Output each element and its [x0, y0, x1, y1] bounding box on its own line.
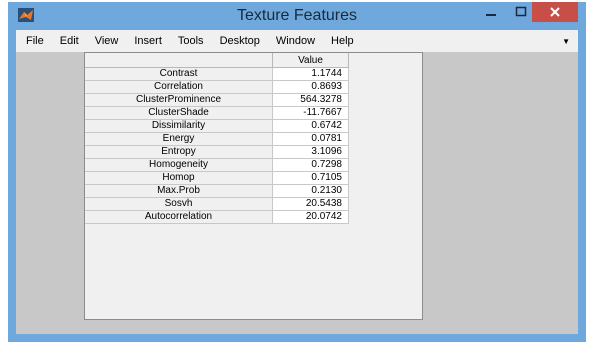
menu-bar: File Edit View Insert Tools Desktop Wind…	[16, 30, 578, 52]
figure-window: Texture Features File Edit View Insert T…	[8, 2, 586, 342]
value-cell[interactable]: 0.0781	[272, 132, 349, 146]
value-cell[interactable]: 0.6742	[272, 119, 349, 133]
menu-view[interactable]: View	[87, 35, 127, 47]
title-bar[interactable]: Texture Features	[8, 2, 586, 30]
row-header[interactable]: Max.Prob	[85, 184, 273, 198]
row-header[interactable]: Entropy	[85, 145, 273, 159]
features-table[interactable]: Value Contrast 1.1744 Correlation 0.8693 C…	[84, 52, 423, 320]
row-header[interactable]: Sosvh	[85, 197, 273, 211]
chevron-down-icon[interactable]: ▼	[562, 37, 570, 46]
row-header[interactable]: Dissimilarity	[85, 119, 273, 133]
value-cell[interactable]: 1.1744	[272, 67, 349, 81]
table-row: Entropy 3.1096	[85, 145, 349, 159]
value-cell[interactable]: 0.2130	[272, 184, 349, 198]
table-row: Correlation 0.8693	[85, 80, 349, 94]
table-row: ClusterProminence 564.3278	[85, 93, 349, 107]
minimize-button[interactable]	[476, 2, 506, 22]
close-icon	[550, 7, 560, 17]
value-cell[interactable]: 3.1096	[272, 145, 349, 159]
value-cell[interactable]: 564.3278	[272, 93, 349, 107]
value-cell[interactable]: 20.5438	[272, 197, 349, 211]
row-header[interactable]: Correlation	[85, 80, 273, 94]
table-row: Sosvh 20.5438	[85, 197, 349, 211]
table-row: ClusterShade -11.7667	[85, 106, 349, 120]
value-cell[interactable]: 20.0742	[272, 210, 349, 224]
menu-insert[interactable]: Insert	[126, 35, 170, 47]
menu-tools[interactable]: Tools	[170, 35, 212, 47]
value-cell[interactable]: -11.7667	[272, 106, 349, 120]
row-header[interactable]: ClusterProminence	[85, 93, 273, 107]
menu-file[interactable]: File	[16, 35, 52, 47]
maximize-icon	[515, 6, 527, 17]
row-header[interactable]: Contrast	[85, 67, 273, 81]
minimize-icon	[486, 14, 496, 16]
close-button[interactable]	[532, 2, 578, 22]
table-corner-header	[85, 53, 273, 68]
figure-area: Value Contrast 1.1744 Correlation 0.8693 C…	[16, 52, 578, 334]
menu-window[interactable]: Window	[268, 35, 323, 47]
menu-edit[interactable]: Edit	[52, 35, 87, 47]
value-cell[interactable]: 0.7105	[272, 171, 349, 185]
table-row: Max.Prob 0.2130	[85, 184, 349, 198]
column-header-value[interactable]: Value	[272, 53, 349, 68]
table-row: Dissimilarity 0.6742	[85, 119, 349, 133]
table-row: Homogeneity 0.7298	[85, 158, 349, 172]
value-cell[interactable]: 0.7298	[272, 158, 349, 172]
row-header[interactable]: Energy	[85, 132, 273, 146]
row-header[interactable]: Autocorrelation	[85, 210, 273, 224]
table-row: Autocorrelation 20.0742	[85, 210, 349, 224]
table-row: Contrast 1.1744	[85, 67, 349, 81]
table-row: Energy 0.0781	[85, 132, 349, 146]
value-cell[interactable]: 0.8693	[272, 80, 349, 94]
row-header[interactable]: Homogeneity	[85, 158, 273, 172]
menu-help[interactable]: Help	[323, 35, 362, 47]
features-table-grid: Value Contrast 1.1744 Correlation 0.8693 C…	[85, 53, 349, 224]
row-header[interactable]: ClusterShade	[85, 106, 273, 120]
row-header[interactable]: Homop	[85, 171, 273, 185]
table-row: Homop 0.7105	[85, 171, 349, 185]
menu-desktop[interactable]: Desktop	[212, 35, 268, 47]
